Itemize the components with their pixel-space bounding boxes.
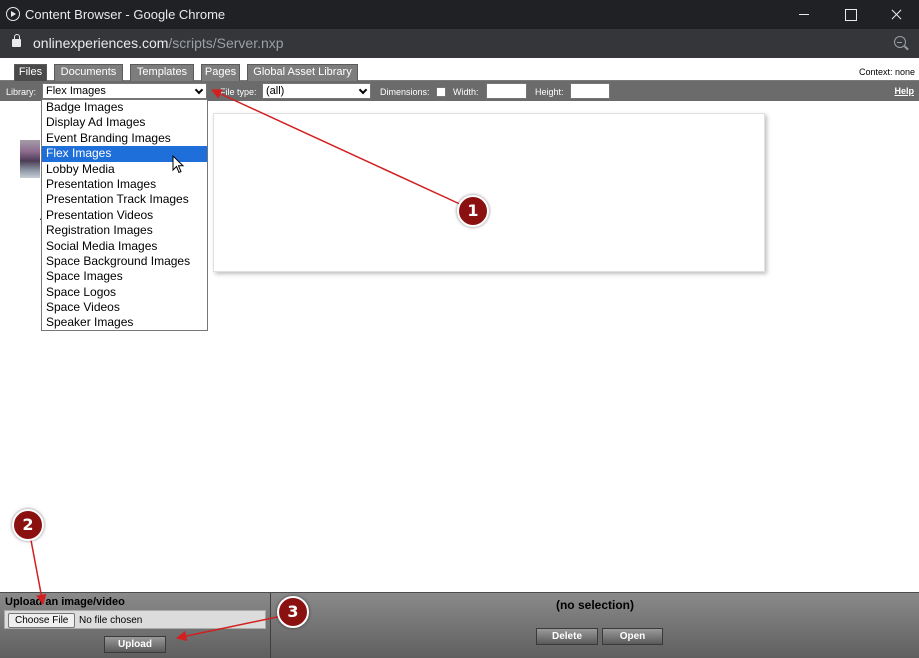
context-label: Context: none (858, 67, 915, 77)
annotation-badge-3: 3 (277, 596, 309, 628)
library-option-presentation-track-images[interactable]: Presentation Track Images (42, 192, 207, 207)
library-select-value: Flex Images (46, 85, 106, 97)
tab-bar: Files Documents Templates Pages Global A… (0, 58, 919, 81)
window-title: Content Browser - Google Chrome (25, 7, 226, 22)
annotation-badge-2: 2 (12, 509, 44, 541)
height-label: Height: (535, 87, 564, 97)
delete-button[interactable]: Delete (536, 628, 598, 645)
tab-documents[interactable]: Documents (54, 64, 123, 81)
library-select[interactable]: Flex Images (42, 83, 207, 99)
maximize-button[interactable] (827, 0, 873, 29)
library-option-event-branding-images[interactable]: Event Branding Images (42, 131, 207, 146)
width-input[interactable] (486, 83, 527, 99)
library-option-social-media-images[interactable]: Social Media Images (42, 239, 207, 254)
help-link[interactable]: Help (894, 86, 914, 96)
url-path: /scripts/Server.nxp (168, 35, 284, 51)
chevron-down-icon (358, 85, 368, 95)
library-option-space-background-images[interactable]: Space Background Images (42, 254, 207, 269)
library-option-space-logos[interactable]: Space Logos (42, 285, 207, 300)
url-domain: onlinexperiences.com (33, 35, 169, 51)
library-label: Library: (6, 87, 37, 97)
open-button[interactable]: Open (602, 628, 663, 645)
upload-button[interactable]: Upload (104, 636, 166, 653)
annotation-badge-1: 1 (457, 195, 489, 227)
title-bar: Content Browser - Google Chrome (0, 0, 919, 29)
address-bar[interactable]: onlinexperiences.com/scripts/Server.nxp (0, 29, 919, 58)
minimize-button[interactable] (781, 0, 827, 29)
library-option-space-images[interactable]: Space Images (42, 269, 207, 284)
selection-status: (no selection) (555, 598, 634, 612)
library-option-presentation-videos[interactable]: Presentation Videos (42, 208, 207, 223)
file-thumbnail[interactable] (20, 140, 40, 178)
upload-title: Upload an image/video (5, 596, 125, 608)
tab-global-asset-library[interactable]: Global Asset Library (247, 64, 358, 81)
tab-files[interactable]: Files (14, 64, 47, 81)
chrome-app-icon (6, 7, 20, 21)
library-option-display-ad-images[interactable]: Display Ad Images (42, 115, 207, 130)
zoom-icon[interactable] (894, 36, 906, 48)
no-file-text: No file chosen (79, 615, 143, 626)
file-type-label: File type: (220, 87, 257, 97)
dimensions-label: Dimensions: (380, 87, 430, 97)
library-option-speaker-images[interactable]: Speaker Images (42, 315, 207, 330)
file-input[interactable]: Choose File No file chosen (4, 610, 266, 629)
file-type-select-value: (all) (266, 85, 285, 97)
preview-panel (213, 113, 765, 272)
chevron-down-icon (194, 85, 204, 95)
file-type-select[interactable]: (all) (262, 83, 371, 99)
tab-templates[interactable]: Templates (130, 64, 194, 81)
height-input[interactable] (570, 83, 610, 99)
close-button[interactable] (873, 0, 919, 29)
library-option-badge-images[interactable]: Badge Images (42, 100, 207, 115)
url-text[interactable]: onlinexperiences.com/scripts/Server.nxp (33, 35, 284, 51)
bottom-panel: Upload an image/video Choose File No fil… (0, 592, 919, 658)
tab-pages[interactable]: Pages (201, 64, 240, 81)
library-option-presentation-images[interactable]: Presentation Images (42, 177, 207, 192)
dimensions-checkbox[interactable] (436, 87, 446, 97)
lock-icon[interactable] (12, 34, 21, 47)
width-label: Width: (453, 87, 479, 97)
filter-bar: Library: Flex Images File type: (all) Di… (0, 81, 919, 101)
library-dropdown-list[interactable]: Badge Images Display Ad Images Event Bra… (41, 99, 208, 331)
browser-window: Content Browser - Google Chrome onlinexp… (0, 0, 919, 658)
choose-file-button[interactable]: Choose File (8, 613, 76, 628)
library-option-registration-images[interactable]: Registration Images (42, 223, 207, 238)
mouse-cursor-icon (172, 155, 185, 174)
library-option-space-videos[interactable]: Space Videos (42, 300, 207, 315)
